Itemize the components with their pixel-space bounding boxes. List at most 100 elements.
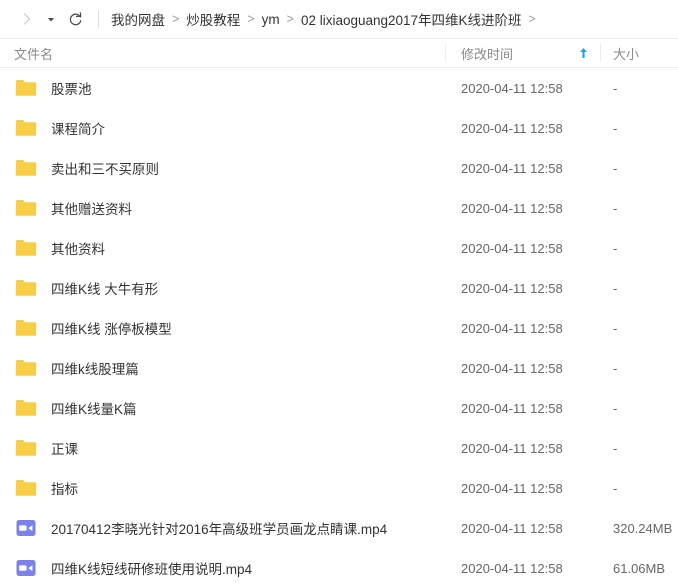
file-name-label[interactable]: 其他资料 <box>51 238 105 258</box>
cell-filename: 四维K线短线研修班使用说明.mp4 <box>0 556 445 580</box>
column-header-modified-label: 修改时间 <box>461 46 514 62</box>
breadcrumb-item-root[interactable]: 我的网盘 <box>111 8 165 30</box>
file-name-label[interactable]: 其他赠送资料 <box>51 198 132 218</box>
folder-icon <box>14 316 38 340</box>
history-dropdown-button[interactable] <box>42 6 60 32</box>
cell-filename: 四维K线 大牛有形 <box>0 276 445 300</box>
cell-modified: 2020-04-11 12:58 <box>461 240 563 256</box>
column-header-modified[interactable]: 修改时间 <box>445 44 600 63</box>
cell-filename: 正课 <box>0 436 445 460</box>
refresh-icon <box>68 11 83 27</box>
cell-filename: 四维k线股理篇 <box>0 356 445 380</box>
cell-filename: 四维K线 涨停板模型 <box>0 316 445 340</box>
table-row-4[interactable]: 其他资料 2020-04-11 12:58 - <box>0 228 678 268</box>
column-header-filename-label: 文件名 <box>14 46 54 62</box>
file-name-label[interactable]: 四维K线短线研修班使用说明.mp4 <box>51 558 252 578</box>
folder-icon <box>14 236 38 260</box>
cell-modified: 2020-04-11 12:58 <box>461 160 563 176</box>
cell-filename: 其他资料 <box>0 236 445 260</box>
header-divider-2 <box>600 44 601 62</box>
cell-modified: 2020-04-11 12:58 <box>461 120 563 136</box>
cell-filename: 四维K线量K篇 <box>0 396 445 420</box>
cell-modified: 2020-04-11 12:58 <box>461 400 563 416</box>
cell-modified: 2020-04-11 12:58 <box>461 80 563 96</box>
table-row-2[interactable]: 卖出和三不买原则 2020-04-11 12:58 - <box>0 148 678 188</box>
cell-modified: 2020-04-11 12:58 <box>461 520 563 536</box>
cell-filename: 指标 <box>0 476 445 500</box>
toolbar-divider <box>98 10 99 28</box>
folder-icon <box>14 396 38 420</box>
file-name-label[interactable]: 四维K线量K篇 <box>51 398 137 418</box>
table-row-11[interactable]: 20170412李晓光针对2016年高级班学员画龙点睛课.mp4 2020-04… <box>0 508 678 548</box>
toolbar: 我的网盘 > 炒股教程 > ym > 02 lixiaoguang2017年四维… <box>0 0 678 38</box>
folder-icon <box>14 276 38 300</box>
cell-modified: 2020-04-11 12:58 <box>461 360 563 376</box>
table-row-5[interactable]: 四维K线 大牛有形 2020-04-11 12:58 - <box>0 268 678 308</box>
table-row-8[interactable]: 四维K线量K篇 2020-04-11 12:58 - <box>0 388 678 428</box>
cell-size: - <box>613 320 618 336</box>
file-name-label[interactable]: 四维k线股理篇 <box>51 358 139 378</box>
file-name-label[interactable]: 20170412李晓光针对2016年高级班学员画龙点睛课.mp4 <box>51 518 387 538</box>
cell-filename: 股票池 <box>0 76 445 100</box>
breadcrumb-item-1[interactable]: 炒股教程 <box>186 8 240 30</box>
cell-size: 61.06MB <box>613 560 666 576</box>
file-name-label[interactable]: 四维K线 涨停板模型 <box>51 318 172 338</box>
cell-filename: 20170412李晓光针对2016年高级班学员画龙点睛课.mp4 <box>0 516 445 540</box>
breadcrumb: 我的网盘 > 炒股教程 > ym > 02 lixiaoguang2017年四维… <box>111 8 543 30</box>
file-name-label[interactable]: 卖出和三不买原则 <box>51 158 159 178</box>
cell-modified: 2020-04-11 12:58 <box>461 560 563 576</box>
table-row-0[interactable]: 股票池 2020-04-11 12:58 - <box>0 68 678 108</box>
breadcrumb-separator: > <box>286 12 294 26</box>
table-row-6[interactable]: 四维K线 涨停板模型 2020-04-11 12:58 - <box>0 308 678 348</box>
breadcrumb-separator: > <box>172 12 180 26</box>
cell-size: - <box>613 360 618 376</box>
cell-size: 320.24MB <box>613 520 673 536</box>
cell-modified: 2020-04-11 12:58 <box>461 440 563 456</box>
sort-ascending-icon[interactable] <box>579 47 588 59</box>
cell-size: - <box>613 400 618 416</box>
folder-icon <box>14 476 38 500</box>
cell-modified: 2020-04-11 12:58 <box>461 320 563 336</box>
cell-filename: 其他赠送资料 <box>0 196 445 220</box>
chevron-right-icon <box>20 12 34 26</box>
file-name-label[interactable]: 四维K线 大牛有形 <box>51 278 158 298</box>
video-file-icon <box>14 516 38 540</box>
folder-icon <box>14 76 38 100</box>
forward-button[interactable] <box>14 6 40 32</box>
cell-modified: 2020-04-11 12:58 <box>461 280 563 296</box>
cell-size: - <box>613 120 618 136</box>
cell-size: - <box>613 240 618 256</box>
table-row-3[interactable]: 其他赠送资料 2020-04-11 12:58 - <box>0 188 678 228</box>
cell-filename: 卖出和三不买原则 <box>0 156 445 180</box>
cell-size: - <box>613 80 618 96</box>
folder-icon <box>14 156 38 180</box>
refresh-button[interactable] <box>62 6 88 32</box>
file-name-label[interactable]: 股票池 <box>51 78 92 98</box>
column-header-size-label: 大小 <box>613 46 640 62</box>
table-row-12[interactable]: 四维K线短线研修班使用说明.mp4 2020-04-11 12:58 61.06… <box>0 548 678 588</box>
column-header-size[interactable]: 大小 <box>600 44 678 63</box>
breadcrumb-separator-trailing: > <box>528 12 536 26</box>
cell-size: - <box>613 440 618 456</box>
breadcrumb-item-current[interactable]: 02 lixiaoguang2017年四维K线进阶班 <box>301 8 522 30</box>
file-name-label[interactable]: 课程简介 <box>51 118 105 138</box>
navigation-controls <box>14 6 88 32</box>
file-name-label[interactable]: 正课 <box>51 438 78 458</box>
table-row-9[interactable]: 正课 2020-04-11 12:58 - <box>0 428 678 468</box>
cell-size: - <box>613 200 618 216</box>
folder-icon <box>14 436 38 460</box>
cell-size: - <box>613 480 618 496</box>
cell-modified: 2020-04-11 12:58 <box>461 480 563 496</box>
cell-modified: 2020-04-11 12:58 <box>461 200 563 216</box>
breadcrumb-item-2[interactable]: ym <box>262 11 280 28</box>
file-list: 股票池 2020-04-11 12:58 - 课程简介 2020-04-11 1… <box>0 68 678 588</box>
column-header-filename[interactable]: 文件名 <box>0 44 445 63</box>
table-row-10[interactable]: 指标 2020-04-11 12:58 - <box>0 468 678 508</box>
header-divider-1 <box>445 44 446 62</box>
cell-size: - <box>613 160 618 176</box>
cell-filename: 课程简介 <box>0 116 445 140</box>
table-row-1[interactable]: 课程简介 2020-04-11 12:58 - <box>0 108 678 148</box>
file-name-label[interactable]: 指标 <box>51 478 78 498</box>
table-row-7[interactable]: 四维k线股理篇 2020-04-11 12:58 - <box>0 348 678 388</box>
folder-icon <box>14 196 38 220</box>
